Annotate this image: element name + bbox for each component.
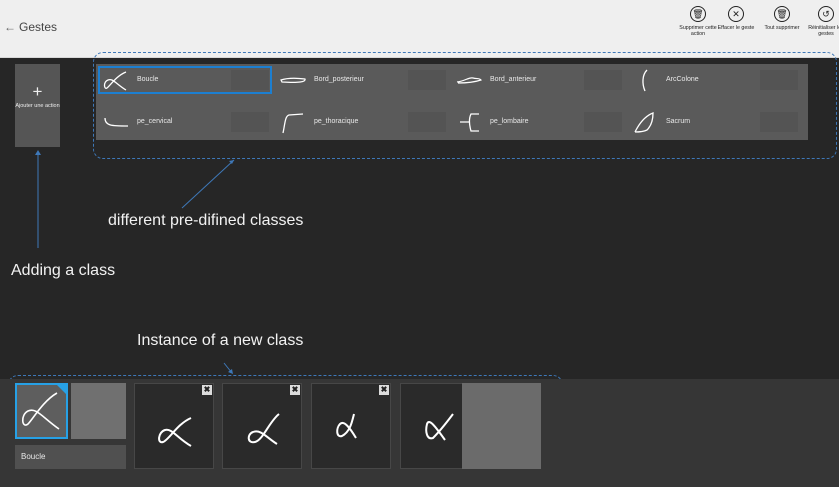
alpha-gesture-icon: [336, 413, 357, 439]
class-preview-slot: [71, 383, 126, 439]
sacrum-gesture-icon: [634, 112, 654, 133]
cervical-gesture-icon: [104, 117, 129, 127]
top-bar: ← Gestes 🗑 Supprimer cette action ✕ Effac…: [0, 0, 839, 58]
remove-instance-icon[interactable]: ✖: [202, 385, 212, 395]
class-item-sacrum[interactable]: Sacrum: [628, 109, 800, 135]
anterior-edge-gesture-icon: [456, 77, 482, 84]
instance-arrow-line: [223, 362, 233, 374]
class-item-pe-lombaire[interactable]: pe_lombaire: [452, 109, 624, 135]
selected-class-thumbnail[interactable]: [15, 383, 68, 439]
alpha-gesture-icon: [425, 413, 454, 441]
add-action-button[interactable]: + Ajouter une action: [15, 64, 60, 147]
close-icon: ✕: [728, 6, 744, 22]
selected-class-label: Boucle: [15, 445, 126, 469]
gesture-instance-card[interactable]: ✖: [222, 383, 302, 469]
predefined-arrow-line: [181, 159, 235, 209]
loop-gesture-icon: [103, 71, 127, 91]
class-preview-slot: [584, 70, 622, 90]
predefined-arrow-head: [229, 160, 234, 164]
delete-all-button[interactable]: 🗑 Tout supprimer: [759, 6, 805, 31]
class-item-boucle[interactable]: Boucle: [98, 66, 272, 94]
class-item-pe-thoracique[interactable]: pe_thoracique: [276, 109, 448, 135]
class-label: pe_lombaire: [490, 118, 529, 125]
page-title: Gestes: [19, 20, 58, 34]
remove-instance-icon[interactable]: ✖: [290, 385, 300, 395]
gesture-instance-card[interactable]: ✖: [311, 383, 391, 469]
trash-icon: 🗑: [690, 6, 706, 22]
class-preview-slot: [760, 70, 798, 90]
adding-class-annotation: Adding a class: [11, 262, 116, 279]
instance-annotation: Instance of a new class: [137, 332, 304, 349]
adding-arrow-head: [35, 150, 41, 155]
reset-gestures-label: Réinitialiser les gestes: [808, 25, 839, 37]
trash-icon: 🗑: [774, 6, 790, 22]
class-item-pe-cervical[interactable]: pe_cervical: [99, 109, 271, 135]
selected-corner-indicator: [56, 384, 67, 395]
arc-gesture-icon: [642, 69, 648, 92]
add-action-label: Ajouter une action: [15, 103, 60, 109]
class-preview-slot: [408, 112, 446, 132]
thoracic-gesture-icon: [282, 113, 304, 134]
reset-gestures-button[interactable]: ↺ Réinitialiser les gestes: [803, 6, 839, 37]
back-arrow-icon: ←: [4, 20, 16, 34]
class-preview-slot: [408, 70, 446, 90]
class-label: pe_cervical: [137, 118, 173, 125]
erase-gesture-label: Effacer le geste: [717, 25, 755, 31]
alpha-gesture-icon: [158, 417, 192, 447]
class-label: Bord_posterieur: [314, 76, 364, 83]
class-preview-slot: [231, 112, 269, 132]
back-button[interactable]: ← Gestes: [4, 20, 57, 34]
remove-instance-icon[interactable]: ✖: [379, 385, 389, 395]
class-label: pe_thoracique: [314, 118, 359, 125]
plus-icon: +: [32, 82, 43, 101]
gesture-instance-card[interactable]: ✖: [134, 383, 214, 469]
erase-gesture-button[interactable]: ✕ Effacer le geste: [713, 6, 759, 31]
class-preview-slot: [760, 112, 798, 132]
posterior-edge-gesture-icon: [280, 77, 306, 83]
lumbar-gesture-icon: [460, 113, 479, 132]
reset-icon: ↺: [818, 6, 834, 22]
class-label: Boucle: [137, 76, 159, 83]
class-label: Bord_anterieur: [490, 76, 537, 83]
instance-arrow-head: [228, 369, 233, 374]
class-item-arccolone[interactable]: ArcColone: [628, 67, 800, 93]
class-preview-slot: [231, 70, 269, 90]
class-panel: Boucle Bord_posterieur Bord_anterieur Ar…: [96, 64, 808, 140]
class-item-bord-anterieur[interactable]: Bord_anterieur: [452, 67, 624, 93]
class-label: Sacrum: [666, 118, 691, 125]
predefined-classes-annotation: different pre-difined classes: [108, 212, 304, 229]
class-item-bord-posterieur[interactable]: Bord_posterieur: [276, 67, 448, 93]
alpha-gesture-icon: [247, 413, 280, 445]
class-label: ArcColone: [666, 76, 699, 83]
class-preview-slot: [584, 112, 622, 132]
delete-all-label: Tout supprimer: [764, 25, 800, 31]
new-instance-slot[interactable]: [462, 383, 541, 469]
